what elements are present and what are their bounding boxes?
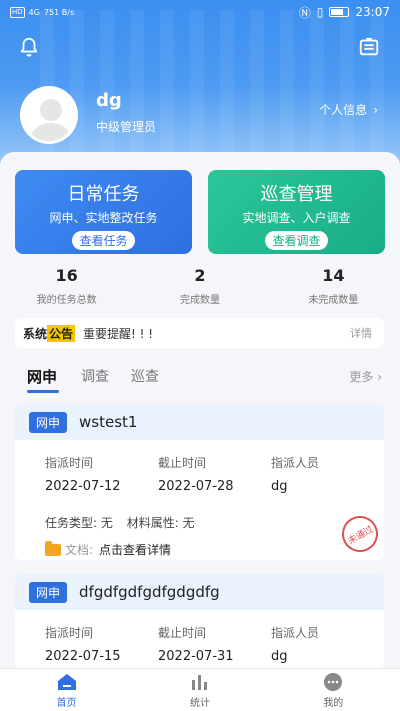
daily-task-subtitle: 网申、实地整改任务 xyxy=(49,211,158,225)
view-survey-button[interactable]: 查看调查 xyxy=(265,231,328,250)
bell-icon[interactable] xyxy=(18,36,40,58)
assign-time-value: 2022-07-12 xyxy=(45,479,121,494)
person-label: 指派人员 xyxy=(271,626,320,640)
stat-total[interactable]: 16 我的任务总数 xyxy=(0,266,133,306)
avatar-head xyxy=(40,99,62,121)
task-name: dfgdfgdfgdfgdgdfg xyxy=(79,583,220,601)
task-card-header: 网申 dfgdfgdfgdfgdgdfg xyxy=(15,574,384,610)
bar-chart-icon xyxy=(191,674,207,690)
tab-survey[interactable]: 调查 xyxy=(81,366,109,386)
person-col: 指派人员 dg xyxy=(271,624,384,664)
nav-mine-label: 我的 xyxy=(323,697,344,709)
stat-pending[interactable]: 14 未完成数量 xyxy=(267,266,400,306)
patrol-subtitle: 实地调查、入户调查 xyxy=(242,211,351,225)
stats-row: 16 我的任务总数 2 完成数量 14 未完成数量 xyxy=(0,266,400,306)
stat-done[interactable]: 2 完成数量 xyxy=(133,266,266,306)
signal-indicator: 4G xyxy=(28,7,40,17)
assign-col: 指派时间 2022-07-15 xyxy=(45,624,158,664)
stat-done-value: 2 xyxy=(194,266,206,285)
deadline-value: 2022-07-28 xyxy=(158,479,234,494)
stat-done-label: 完成数量 xyxy=(179,295,220,306)
nav-home[interactable]: 首页 xyxy=(0,669,133,711)
user-role: 中级管理员 xyxy=(96,120,157,134)
view-tasks-button[interactable]: 查看任务 xyxy=(72,231,135,250)
nav-home-label: 首页 xyxy=(56,697,77,709)
status-bar: HD 4G 751 B/s Ⓝ ▯ 23:07 xyxy=(0,0,400,24)
assign-col: 指派时间 2022-07-12 xyxy=(45,454,158,494)
vibrate-icon: ▯ xyxy=(316,5,324,19)
assign-time-label: 指派时间 xyxy=(45,456,94,470)
bottom-nav: 首页 统计 我的 xyxy=(0,668,400,711)
task-tag: 网申 xyxy=(29,411,68,433)
person-label: 指派人员 xyxy=(271,456,320,470)
task-card[interactable]: 网申 dfgdfgdfgdfgdgdfg 指派时间 2022-07-15 截止时… xyxy=(15,574,384,668)
active-tab-indicator xyxy=(27,390,59,393)
task-type: 任务类型: 无 xyxy=(45,516,113,530)
nfc-icon: Ⓝ xyxy=(298,5,311,20)
nav-stats[interactable]: 统计 xyxy=(133,669,266,711)
stat-total-label: 我的任务总数 xyxy=(36,295,97,306)
folder-icon xyxy=(45,540,61,556)
task-tag: 网申 xyxy=(29,581,68,603)
more-link[interactable]: 更多 › xyxy=(349,368,382,385)
stat-pending-label: 未完成数量 xyxy=(308,295,359,306)
notice-text: 重要提醒! ! ! xyxy=(83,326,154,341)
avatar[interactable] xyxy=(20,86,78,144)
notice-bar[interactable]: 系统 公告 重要提醒! ! ! 详情 xyxy=(15,318,384,348)
task-document-row: 文档: 点击查看详情 xyxy=(15,531,384,558)
deadline-value: 2022-07-31 xyxy=(158,649,234,664)
task-info-grid: 指派时间 2022-07-15 截止时间 2022-07-31 指派人员 dg xyxy=(15,610,384,664)
patrol-title: 巡查管理 xyxy=(260,184,333,205)
document-label: 文档: xyxy=(65,543,94,557)
task-tabs: 网申 调查 巡查 更多 › xyxy=(0,366,400,393)
patrol-card[interactable]: 巡查管理 实地调查、入户调查 查看调查 xyxy=(208,170,385,254)
tab-wangshen[interactable]: 网申 xyxy=(27,366,57,387)
deadline-col: 截止时间 2022-07-28 xyxy=(158,454,271,494)
home-icon xyxy=(57,673,76,690)
status-time: 23:07 xyxy=(355,5,390,19)
person-col: 指派人员 dg xyxy=(271,454,384,494)
chevron-right-icon: › xyxy=(373,102,378,117)
status-right: Ⓝ ▯ 23:07 xyxy=(299,4,390,21)
profile-link[interactable]: 个人信息 › xyxy=(319,101,378,118)
hd-indicator: HD xyxy=(10,6,25,18)
avatar-body xyxy=(31,123,71,141)
task-name: wstest1 xyxy=(79,413,138,431)
tab-patrol[interactable]: 巡查 xyxy=(131,366,159,386)
assign-time-value: 2022-07-15 xyxy=(45,649,121,664)
deadline-label: 截止时间 xyxy=(158,626,207,640)
task-card-header: 网申 wstest1 xyxy=(15,404,384,440)
nav-mine[interactable]: 我的 xyxy=(267,669,400,711)
menu-icon[interactable] xyxy=(358,36,380,58)
notice-details-link[interactable]: 详情 xyxy=(350,325,372,341)
assign-time-label: 指派时间 xyxy=(45,626,94,640)
task-attributes: 任务类型: 无 材料属性: 无 xyxy=(15,494,384,531)
person-value: dg xyxy=(271,649,288,664)
user-chat-icon xyxy=(324,672,343,691)
stat-total-value: 16 xyxy=(55,266,78,285)
task-info-grid: 指派时间 2022-07-12 截止时间 2022-07-28 指派人员 dg xyxy=(15,440,384,494)
more-link-label: 更多 xyxy=(349,370,374,384)
profile-link-label: 个人信息 xyxy=(319,103,368,117)
material-attribute: 材料属性: 无 xyxy=(126,516,195,530)
nav-stats-label: 统计 xyxy=(189,697,210,709)
person-value: dg xyxy=(271,479,288,494)
notice-system-label: 系统 xyxy=(23,326,48,341)
network-speed: 751 B/s xyxy=(43,7,75,17)
status-left: HD 4G 751 B/s xyxy=(10,6,75,18)
stat-pending-value: 14 xyxy=(322,266,345,285)
notice-announcement-label: 公告 xyxy=(47,324,76,342)
deadline-col: 截止时间 2022-07-31 xyxy=(158,624,271,664)
daily-task-title: 日常任务 xyxy=(67,184,140,205)
daily-task-card[interactable]: 日常任务 网申、实地整改任务 查看任务 xyxy=(15,170,192,254)
task-card[interactable]: 网申 wstest1 指派时间 2022-07-12 截止时间 2022-07-… xyxy=(15,404,384,560)
view-details-link[interactable]: 点击查看详情 xyxy=(99,541,171,558)
deadline-label: 截止时间 xyxy=(158,456,207,470)
battery-icon xyxy=(329,7,350,17)
user-name: dg xyxy=(96,90,122,111)
